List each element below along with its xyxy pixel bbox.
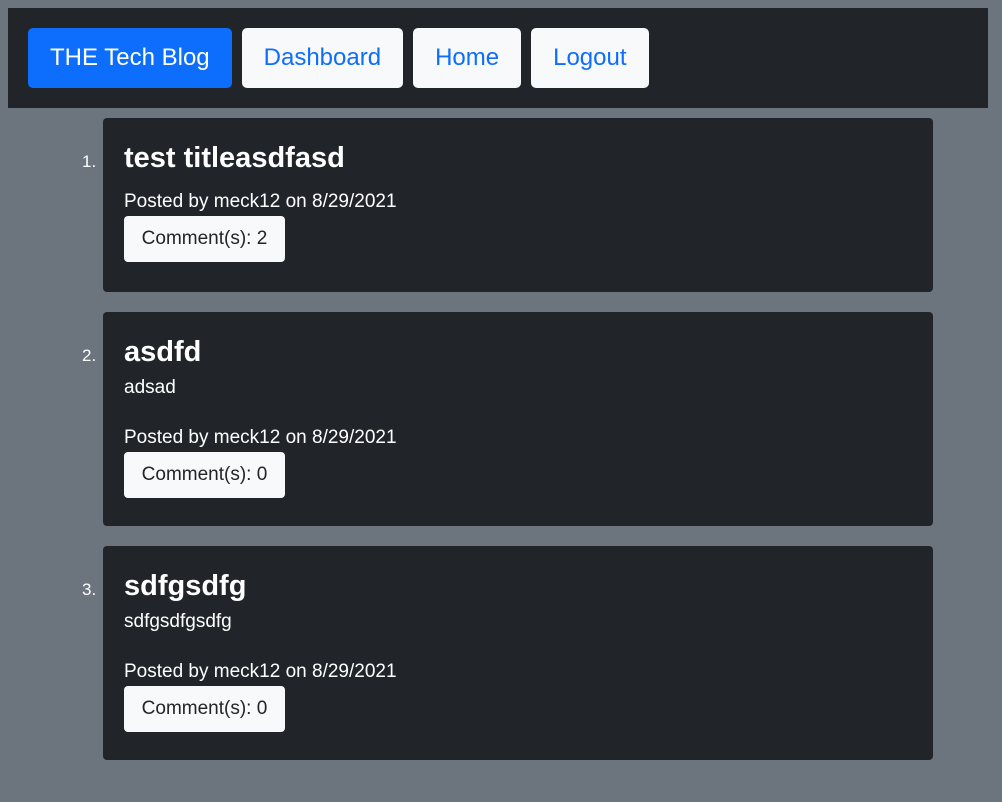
post-item-2: 2. asdfd adsad Posted by meck12 on 8/29/…	[0, 312, 1002, 526]
comments-button[interactable]: Comment(s): 0	[124, 686, 285, 732]
post-number: 2.	[82, 346, 97, 365]
post-number: 1.	[82, 152, 97, 171]
post-list: 1. test titleasdfasd Posted by meck12 on…	[0, 118, 1002, 780]
post-meta: Posted by meck12 on 8/29/2021	[124, 191, 397, 212]
logout-button[interactable]: Logout	[531, 28, 649, 88]
post-item-1: 1. test titleasdfasd Posted by meck12 on…	[0, 118, 1002, 292]
post-card: test titleasdfasd Posted by meck12 on 8/…	[103, 118, 933, 292]
post-body: adsad	[124, 377, 176, 398]
comments-button[interactable]: Comment(s): 2	[124, 216, 285, 262]
post-title[interactable]: asdfd	[124, 334, 912, 370]
post-meta: Posted by meck12 on 8/29/2021	[124, 427, 397, 448]
post-number: 3.	[82, 580, 97, 599]
post-title[interactable]: test titleasdfasd	[124, 140, 912, 176]
post-item-3: 3. sdfgsdfg sdfgsdfgsdfg Posted by meck1…	[0, 546, 1002, 760]
post-card: asdfd adsad Posted by meck12 on 8/29/202…	[103, 312, 933, 526]
post-card: sdfgsdfg sdfgsdfgsdfg Posted by meck12 o…	[103, 546, 933, 760]
brand-button[interactable]: THE Tech Blog	[28, 28, 232, 88]
navbar: THE Tech Blog Dashboard Home Logout	[8, 8, 988, 108]
home-button[interactable]: Home	[413, 28, 522, 88]
post-body: sdfgsdfgsdfg	[124, 611, 232, 632]
post-meta: Posted by meck12 on 8/29/2021	[124, 661, 397, 682]
comments-button[interactable]: Comment(s): 0	[124, 452, 285, 498]
dashboard-button[interactable]: Dashboard	[241, 28, 404, 88]
post-title[interactable]: sdfgsdfg	[124, 568, 912, 604]
